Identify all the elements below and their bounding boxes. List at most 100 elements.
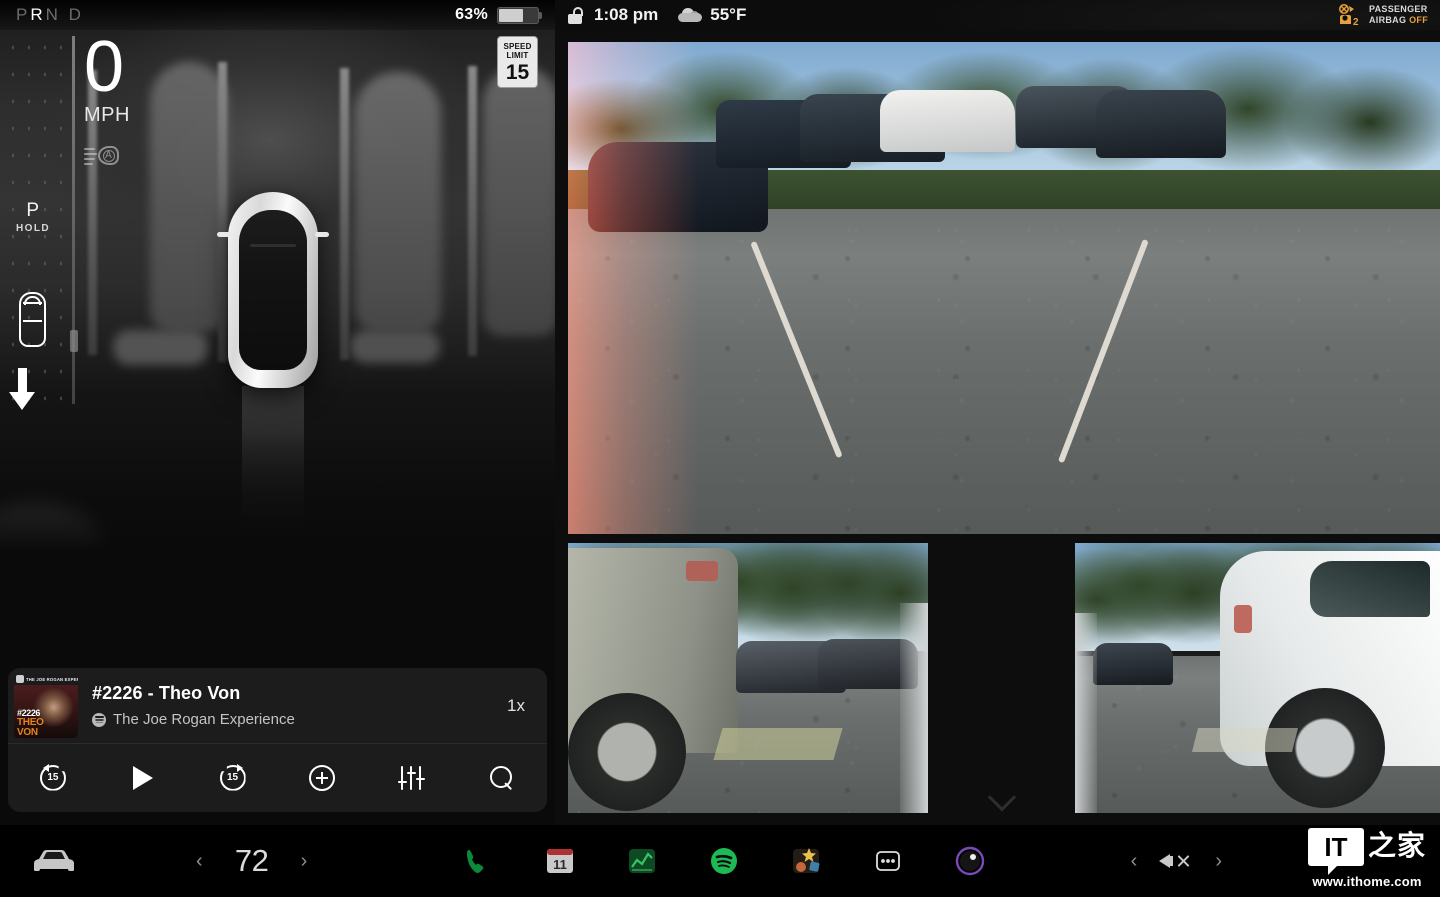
headlamp-shape: A: [98, 146, 119, 166]
speed-limit-label-2: LIMIT: [506, 50, 529, 60]
mirror-right: [315, 232, 329, 237]
album-art-header: THE JOE ROGAN EXPERIENCE: [14, 673, 78, 685]
equalizer-icon: [398, 765, 426, 790]
mirror-left: [217, 232, 231, 237]
search-icon: [490, 765, 514, 790]
pavement-marking: [1192, 728, 1298, 752]
album-art: THE JOE ROGAN EXPERIENCE #2226 THEO VON: [14, 673, 78, 738]
media-player-card[interactable]: THE JOE ROGAN EXPERIENCE #2226 THEO VON …: [8, 668, 547, 812]
cloud-base: [678, 13, 703, 22]
rewind-15-button[interactable]: 15: [8, 744, 98, 811]
forward-15-icon: 15: [219, 763, 246, 791]
app-more[interactable]: [872, 845, 904, 877]
volume-increase-button[interactable]: ›: [1215, 851, 1222, 871]
car-controls-icon[interactable]: [30, 848, 78, 874]
watermark-brand-cn: 之家: [1367, 830, 1426, 861]
equalizer-button[interactable]: [367, 744, 457, 811]
climate-temperature-value: 72: [234, 843, 269, 878]
volume-decrease-button[interactable]: ‹: [1131, 851, 1138, 871]
plus-icon: [309, 764, 336, 791]
app-phone[interactable]: [462, 845, 494, 877]
climate-increase-button[interactable]: ›: [301, 851, 308, 871]
battery-fill: [499, 8, 523, 22]
outside-temperature: 55°F: [710, 5, 747, 24]
media-controls: 15 15: [8, 744, 547, 811]
app-spotify[interactable]: [708, 845, 740, 877]
neighbor-vehicle-blob: [483, 66, 555, 336]
climate-control[interactable]: ‹ 72 ›: [196, 843, 307, 879]
speed-limit-label-1: SPEED: [503, 41, 532, 51]
curb-blob: [350, 330, 440, 363]
climate-decrease-button[interactable]: ‹: [196, 851, 203, 871]
cloud-icon: [678, 8, 703, 22]
center-display-panel: 1:08 pm 55°F 2 PASSENGER AIRBAG OFF: [555, 0, 1440, 825]
rewind-seconds: 15: [47, 772, 59, 783]
rear-camera-view[interactable]: [568, 42, 1440, 534]
main-area: P HOLD PRN D 63% 0 MPH A SPEED LIMIT 15 …: [0, 0, 1440, 825]
volume-muted-icon[interactable]: [1159, 850, 1193, 872]
auto-letter: A: [102, 149, 115, 162]
park-letter: P: [26, 200, 40, 221]
sedan-window: [1310, 561, 1430, 617]
beam-line: [84, 148, 95, 151]
media-text-block: #2226 - Theo Von The Joe Rogan Experienc…: [92, 683, 497, 728]
neighbor-vehicle-blob: [150, 62, 228, 332]
ego-car-shadow: [242, 386, 304, 526]
svg-text:11: 11: [553, 857, 567, 872]
play-button[interactable]: [98, 744, 188, 811]
collapse-cameras-chevron-down-icon[interactable]: [972, 788, 1032, 818]
media-now-playing[interactable]: THE JOE ROGAN EXPERIENCE #2226 THEO VON …: [8, 668, 547, 744]
app-dashcam[interactable]: [954, 845, 986, 877]
eq-handle: [398, 780, 408, 783]
clock-time: 1:08 pm: [594, 5, 659, 24]
app-toybox[interactable]: [790, 845, 822, 877]
gear-selector-column[interactable]: P HOLD: [0, 30, 66, 420]
airbag-prefix: AIRBAG: [1368, 15, 1407, 25]
album-art-episode-number: #2226: [17, 707, 41, 718]
search-button[interactable]: [457, 744, 547, 811]
airbag-text: PASSENGER AIRBAG OFF: [1369, 4, 1428, 26]
beam-line: [84, 153, 97, 156]
padlock-body: [568, 13, 582, 24]
watermark-url: www.ithome.com: [1312, 874, 1422, 889]
right-repeater-camera-view[interactable]: [1075, 543, 1440, 813]
pillar: [218, 62, 227, 362]
beam-line: [84, 163, 93, 166]
left-repeater-camera-view[interactable]: [568, 543, 928, 813]
watermark: IT 之家 www.ithome.com: [1307, 828, 1426, 889]
park-hold-label: HOLD: [16, 223, 50, 234]
playback-speed-button[interactable]: 1x: [497, 696, 547, 716]
app-energy[interactable]: [626, 845, 658, 877]
watermark-brand: IT: [1307, 828, 1364, 875]
pillar: [340, 68, 349, 360]
driver-status-bar: PRN D 63%: [0, 0, 555, 30]
neighbor-vehicle-blob: [355, 72, 441, 332]
curb-blob: [113, 330, 208, 365]
volume-control[interactable]: ‹ ›: [1131, 850, 1222, 872]
prnd-indicator: PRN D: [16, 5, 84, 24]
gear-car-windshield: [24, 296, 41, 305]
eq-handle: [416, 777, 426, 780]
speaker-body: [1168, 856, 1174, 866]
eq-handle: [407, 771, 417, 774]
rewind-15-icon: 15: [39, 763, 66, 791]
ego-body-edge: [900, 603, 928, 813]
watermark-logo: IT 之家: [1307, 828, 1426, 875]
battery-indicator[interactable]: 63%: [455, 6, 542, 24]
ego-body-edge: [1075, 613, 1097, 813]
status-bar: 1:08 pm 55°F 2 PASSENGER AIRBAG OFF: [555, 0, 1440, 30]
forward-15-button[interactable]: 15: [188, 744, 278, 811]
app-calendar[interactable]: 11: [544, 845, 576, 877]
driver-display-panel: P HOLD PRN D 63% 0 MPH A SPEED LIMIT 15 …: [0, 0, 555, 825]
svg-text:2: 2: [1353, 17, 1359, 26]
forward-seconds: 15: [227, 772, 239, 783]
tail-light: [1234, 605, 1252, 633]
speed-value: 0: [84, 27, 124, 107]
eq-line: [401, 765, 404, 790]
gear-slider-knob[interactable]: [70, 330, 78, 352]
airbag-line-1: PASSENGER: [1368, 4, 1428, 14]
add-to-library-button[interactable]: [277, 744, 367, 811]
album-art-guest-line1: THEO: [17, 716, 44, 728]
unlocked-padlock-icon[interactable]: [568, 6, 583, 24]
beam-line: [84, 158, 95, 161]
